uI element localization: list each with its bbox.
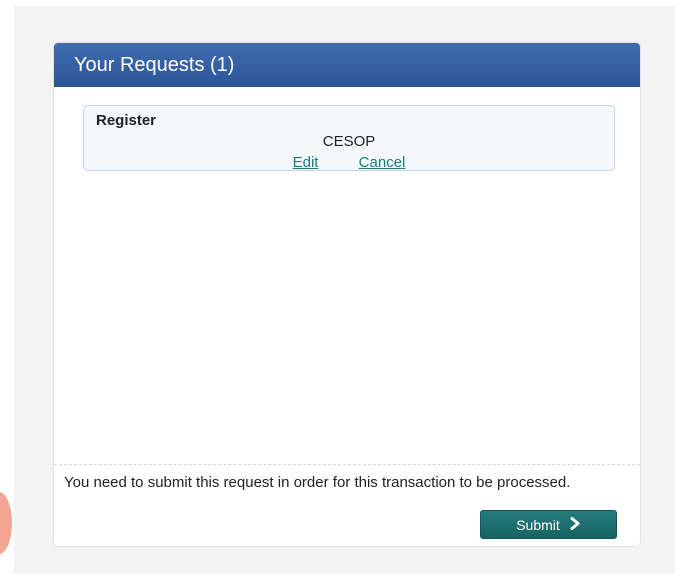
panel-header: Your Requests (1) xyxy=(54,43,640,87)
footer-message: You need to submit this request in order… xyxy=(64,474,571,491)
footer-divider xyxy=(54,464,640,465)
chevron-right-icon xyxy=(570,516,581,533)
request-item-name: CESOP xyxy=(322,133,376,150)
edit-link[interactable]: Edit xyxy=(293,154,319,171)
submit-label: Submit xyxy=(516,516,560,533)
panel-title: Your Requests (1) xyxy=(74,54,235,76)
request-actions: Edit Cancel xyxy=(84,154,614,171)
cancel-link[interactable]: Cancel xyxy=(359,154,406,171)
request-card: Register CESOP Edit Cancel xyxy=(83,105,615,171)
request-type: Register xyxy=(96,112,157,129)
requests-panel: Your Requests (1) Register CESOP Edit Ca… xyxy=(54,43,640,546)
submit-button[interactable]: Submit xyxy=(480,510,617,539)
